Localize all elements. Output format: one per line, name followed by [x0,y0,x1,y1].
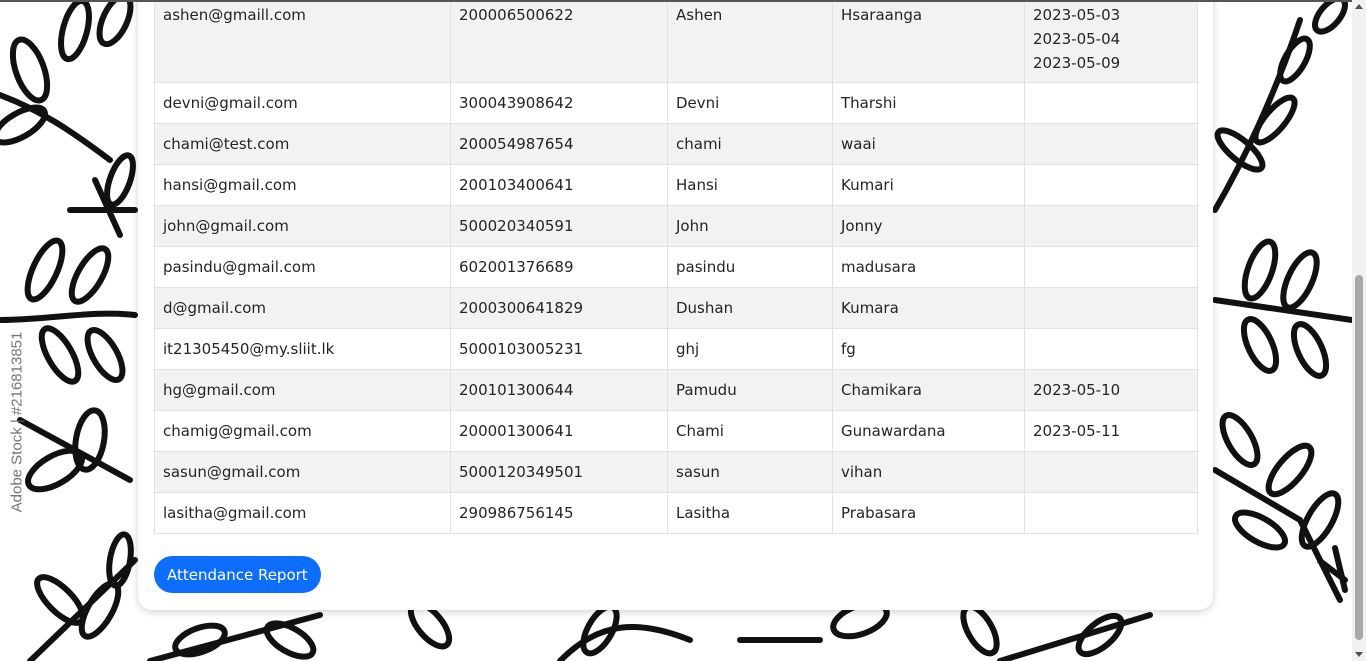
table-row: hansi@gmail.com 200103400641 Hansi Kumari [154,164,1198,206]
first-name-cell: ghj [667,328,833,370]
table-row: chami@test.com 200054987654 chami waai [154,123,1198,165]
first-name-cell: Dushan [667,287,833,329]
email-cell: pasindu@gmail.com [154,246,451,288]
nic-cell: 602001376689 [450,246,668,288]
first-name-cell: sasun [667,451,833,493]
window-top-border [0,0,1352,2]
watermark-text: Adobe Stock | #216813851 [8,331,26,513]
last-name-cell: Hsaraanga [832,0,1025,83]
email-cell: chamig@gmail.com [154,410,451,452]
attendance-dates-cell [1024,451,1198,493]
email-cell: chami@test.com [154,123,451,165]
first-name-cell: pasindu [667,246,833,288]
first-name-cell: Ashen [667,0,833,83]
attendance-dates-cell [1024,123,1198,165]
first-name-cell: Chami [667,410,833,452]
attendance-date: 2023-05-03 [1033,6,1121,24]
scroll-up-icon[interactable] [1355,4,1363,9]
first-name-cell: Devni [667,82,833,124]
first-name-cell: John [667,205,833,247]
attendance-dates-cell [1024,287,1198,329]
scroll-thumb[interactable] [1355,275,1363,640]
nic-cell: 2000300641829 [450,287,668,329]
nic-cell: 5000103005231 [450,328,668,370]
table-row: sasun@gmail.com 5000120349501 sasun vihan [154,451,1198,493]
table-row: pasindu@gmail.com 602001376689 pasindu madu… [154,246,1198,288]
table-row: devni@gmail.com 300043908642 Devni Tharshi [154,82,1198,124]
table-row: lasitha@gmail.com 290986756145 Lasitha Prab… [154,492,1198,534]
vertical-scrollbar[interactable] [1352,0,1366,661]
last-name-cell: madusara [832,246,1025,288]
table-row: hg@gmail.com 200101300644 Pamudu Chamikara 2… [154,369,1198,411]
nic-cell: 200001300641 [450,410,668,452]
first-name-cell: Pamudu [667,369,833,411]
last-name-cell: Tharshi [832,82,1025,124]
stock-watermark: Adobe Stock | #216813851 [2,310,32,535]
email-cell: hansi@gmail.com [154,164,451,206]
email-cell: sasun@gmail.com [154,451,451,493]
nic-cell: 200101300644 [450,369,668,411]
first-name-cell: Hansi [667,164,833,206]
last-name-cell: Kumara [832,287,1025,329]
last-name-cell: Jonny [832,205,1025,247]
last-name-cell: waai [832,123,1025,165]
email-cell: hg@gmail.com [154,369,451,411]
attendance-dates-cell: 2023-05-10 [1024,369,1198,411]
table-row: it21305450@my.sliit.lk 5000103005231 ghj fg [154,328,1198,370]
last-name-cell: vihan [832,451,1025,493]
attendance-dates-cell [1024,82,1198,124]
first-name-cell: chami [667,123,833,165]
last-name-cell: Gunawardana [832,410,1025,452]
nic-cell: 290986756145 [450,492,668,534]
nic-cell: 200103400641 [450,164,668,206]
last-name-cell: Kumari [832,164,1025,206]
table-row: ashen@gmaill.com 200006500622 Ashen Hsaraan… [154,0,1198,83]
email-cell: d@gmail.com [154,287,451,329]
scroll-down-icon[interactable] [1355,652,1363,657]
last-name-cell: fg [832,328,1025,370]
email-cell: john@gmail.com [154,205,451,247]
nic-cell: 300043908642 [450,82,668,124]
attendance-dates-cell [1024,246,1198,288]
last-name-cell: Prabasara [832,492,1025,534]
email-cell: it21305450@my.sliit.lk [154,328,451,370]
nic-cell: 200006500622 [450,0,668,83]
email-cell: devni@gmail.com [154,82,451,124]
table-body: ashen@gmaill.com 200006500622 Ashen Hsaraan… [154,0,1198,534]
attendance-dates-cell [1024,492,1198,534]
nic-cell: 5000120349501 [450,451,668,493]
attendance-card: ashen@gmaill.com 200006500622 Ashen Hsaraan… [138,0,1213,610]
table-row: d@gmail.com 2000300641829 Dushan Kumara [154,287,1198,329]
nic-cell: 500020340591 [450,205,668,247]
attendance-dates-cell: 2023-05-11 [1024,410,1198,452]
email-cell: lasitha@gmail.com [154,492,451,534]
attendance-dates-cell: 2023-05-03 2023-05-04 2023-05-09 [1024,0,1198,83]
attendance-table: ashen@gmaill.com 200006500622 Ashen Hsaraan… [154,0,1198,534]
attendance-date: 2023-05-10 [1033,381,1121,399]
first-name-cell: Lasitha [667,492,833,534]
attendance-date: 2023-05-04 [1033,30,1121,48]
table-row: john@gmail.com 500020340591 John Jonny [154,205,1198,247]
attendance-dates-cell [1024,205,1198,247]
nic-cell: 200054987654 [450,123,668,165]
attendance-report-button[interactable]: Attendance Report [154,556,321,593]
last-name-cell: Chamikara [832,369,1025,411]
attendance-dates-cell [1024,328,1198,370]
attendance-dates-cell [1024,164,1198,206]
attendance-date: 2023-05-11 [1033,422,1121,440]
attendance-date: 2023-05-09 [1033,54,1121,72]
email-cell: ashen@gmaill.com [154,0,451,83]
table-row: chamig@gmail.com 200001300641 Chami Gunawar… [154,410,1198,452]
